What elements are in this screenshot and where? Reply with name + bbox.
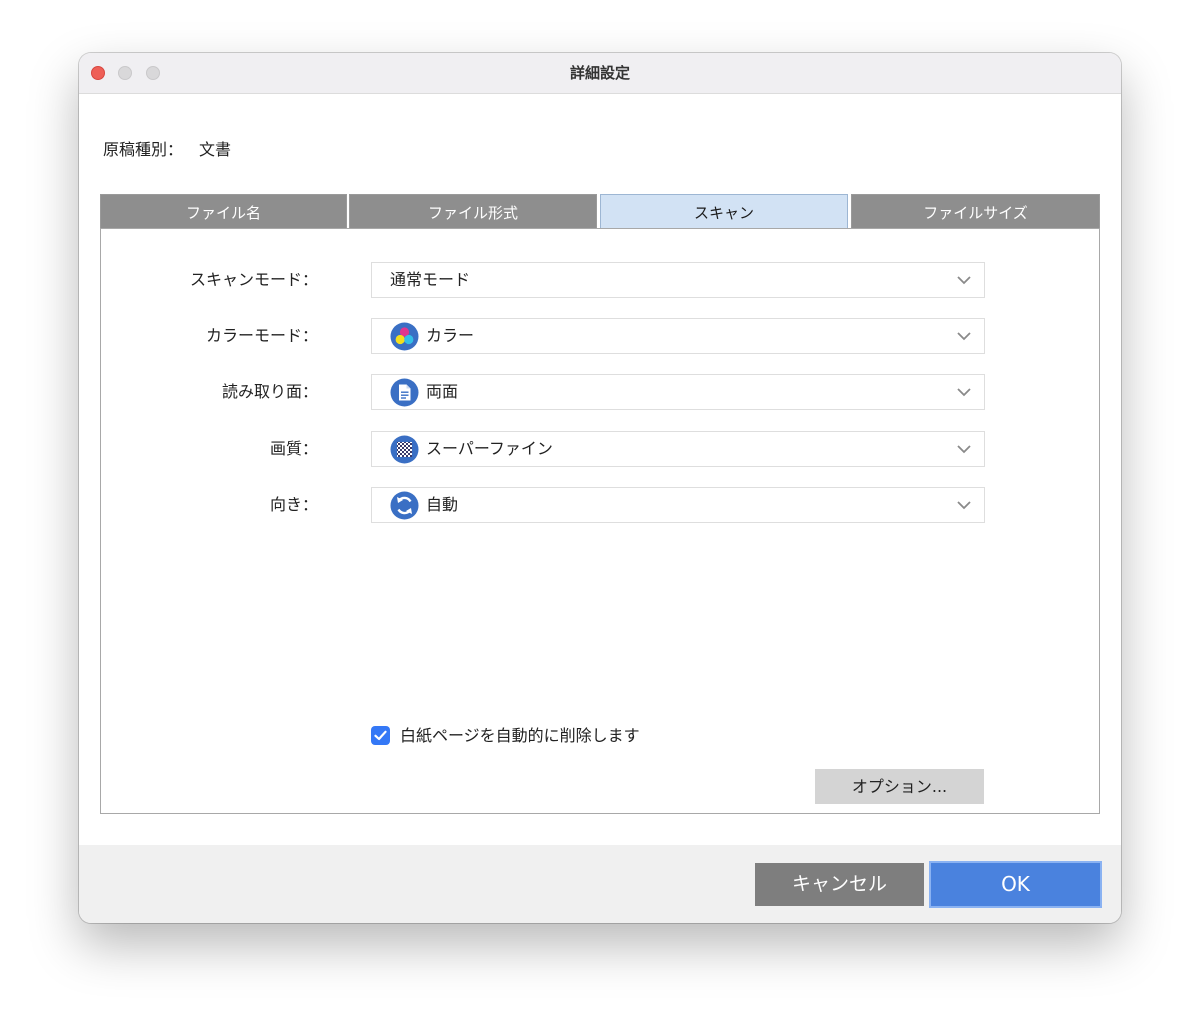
tab-file-size[interactable]: ファイルサイズ	[851, 194, 1100, 229]
color-dots-icon	[390, 322, 419, 351]
quality-value: スーパーファイン	[426, 439, 553, 458]
tab-file-format[interactable]: ファイル形式	[349, 194, 597, 229]
document-type: 原稿種別： 文書	[103, 136, 231, 160]
document-type-value: 文書	[199, 140, 232, 159]
tab-file-name[interactable]: ファイル名	[100, 194, 347, 229]
read-side-label: 読み取り面：	[221, 382, 318, 401]
blank-page-checkbox[interactable]	[371, 726, 390, 745]
document-type-label: 原稿種別：	[103, 140, 184, 159]
chevron-down-icon	[957, 332, 971, 341]
quality-label: 画質：	[269, 439, 318, 458]
document-icon	[390, 378, 419, 407]
chevron-down-icon	[957, 276, 971, 285]
scan-settings-panel: スキャンモード： 通常モード カラーモード： カラー 読み取り面： 両面 画質：…	[100, 228, 1100, 814]
checkmark-icon	[374, 730, 387, 741]
color-mode-label: カラーモード：	[205, 326, 318, 345]
orientation-label: 向き：	[269, 495, 318, 514]
settings-dialog: 詳細設定 原稿種別： 文書 ファイル名 ファイル形式 スキャン ファイルサイズ ス…	[79, 53, 1121, 923]
scan-mode-value: 通常モード	[390, 270, 471, 289]
blank-page-label: 白紙ページを自動的に削除します	[400, 726, 640, 745]
window-title: 詳細設定	[569, 64, 630, 82]
options-button[interactable]: オプション...	[815, 769, 984, 804]
color-mode-value: カラー	[426, 326, 475, 345]
title-bar: 詳細設定	[79, 53, 1121, 94]
dialog-footer: キャンセル OK	[79, 845, 1121, 923]
orientation-value: 自動	[426, 495, 459, 514]
scan-mode-select[interactable]: 通常モード	[371, 262, 985, 298]
chevron-down-icon	[957, 501, 971, 510]
chevron-down-icon	[957, 445, 971, 454]
tab-bar: ファイル名 ファイル形式 スキャン ファイルサイズ	[100, 194, 1100, 229]
read-side-value: 両面	[426, 382, 459, 401]
ok-button[interactable]: OK	[929, 861, 1102, 908]
orientation-select[interactable]: 自動	[371, 487, 985, 523]
quality-select[interactable]: スーパーファイン	[371, 431, 985, 467]
read-side-select[interactable]: 両面	[371, 374, 985, 410]
tab-scan[interactable]: スキャン	[600, 194, 848, 229]
scan-mode-label: スキャンモード：	[189, 270, 318, 289]
checker-icon	[390, 435, 419, 464]
cancel-button[interactable]: キャンセル	[755, 863, 924, 906]
color-mode-select[interactable]: カラー	[371, 318, 985, 354]
chevron-down-icon	[957, 388, 971, 397]
rotate-icon	[390, 491, 419, 520]
